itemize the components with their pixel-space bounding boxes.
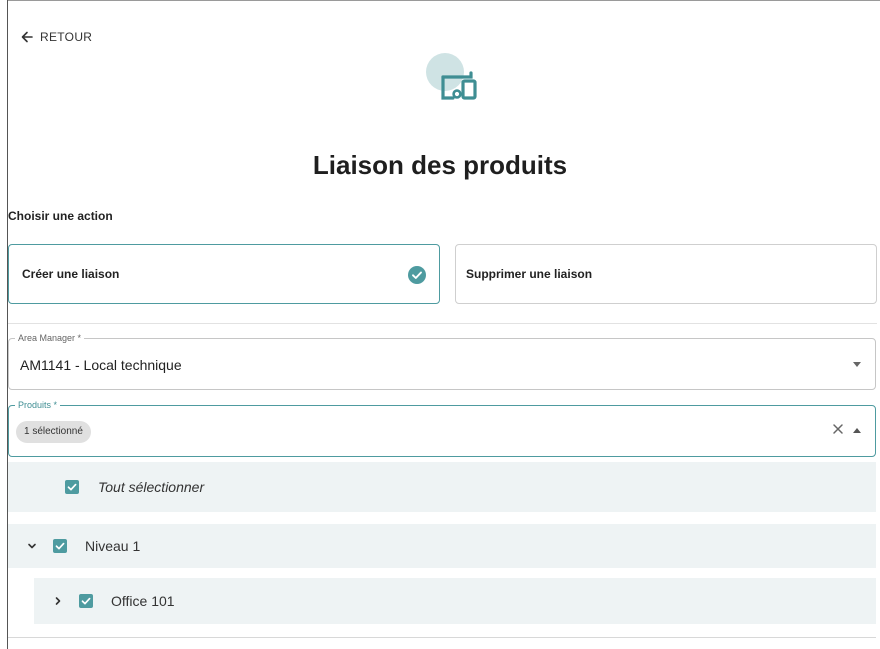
select-all-label: Tout sélectionner <box>98 479 205 495</box>
back-button[interactable]: RETOUR <box>20 30 92 44</box>
delete-link-label: Supprimer une liaison <box>466 267 593 281</box>
selection-count-chip: 1 sélectionné <box>16 421 91 443</box>
checkbox-icon[interactable] <box>53 539 67 553</box>
chevron-down-icon[interactable] <box>26 540 38 552</box>
tree-item-niveau-1[interactable]: Niveau 1 <box>8 524 876 568</box>
produits-select[interactable]: Produits * 1 sélectionné <box>8 399 876 457</box>
produits-dropdown: Tout sélectionner Niveau 1 Office 101 <box>8 458 876 638</box>
option-select-all[interactable]: Tout sélectionner <box>8 462 876 512</box>
delete-link-option[interactable]: Supprimer une liaison <box>455 244 877 304</box>
arrow-left-icon <box>21 31 33 43</box>
page-title: Liaison des produits <box>312 150 568 180</box>
create-link-option[interactable]: Créer une liaison <box>8 244 440 304</box>
area-manager-label: Area Manager * <box>15 332 85 344</box>
create-link-label: Créer une liaison <box>22 267 120 281</box>
niveau-label: Niveau 1 <box>85 538 141 554</box>
area-manager-value: AM1141 - Local technique <box>20 357 182 373</box>
clear-icon[interactable] <box>831 422 845 436</box>
tree-item-office-101[interactable]: Office 101 <box>34 578 876 624</box>
check-circle-icon <box>408 266 426 284</box>
page: RETOUR Liaison des produits Choisir une … <box>0 0 880 649</box>
caret-down-icon[interactable] <box>853 362 861 367</box>
window-top-border <box>7 0 880 1</box>
devices-link-icon <box>426 53 477 100</box>
area-manager-select[interactable]: Area Manager * AM1141 - Local technique <box>8 332 876 390</box>
caret-up-icon[interactable] <box>853 428 861 433</box>
checkbox-icon[interactable] <box>79 594 93 608</box>
action-section-label: Choisir une action <box>8 209 113 223</box>
back-label: RETOUR <box>40 30 93 44</box>
office-label: Office 101 <box>111 593 175 609</box>
chevron-right-icon[interactable] <box>52 595 64 607</box>
produits-label: Produits * <box>15 399 61 411</box>
divider <box>8 323 877 324</box>
checkbox-icon[interactable] <box>65 480 79 494</box>
